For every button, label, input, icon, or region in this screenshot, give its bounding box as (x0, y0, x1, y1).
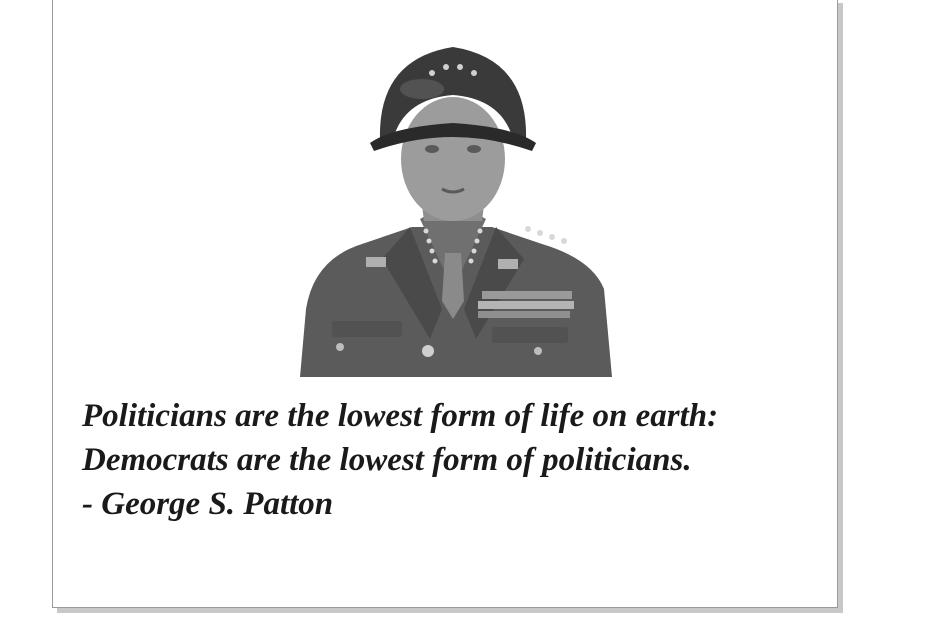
quote-attribution: - George S. Patton (82, 486, 334, 522)
quote-text: Politicians are the lowest form of life … (82, 394, 842, 526)
poster-page: Politicians are the lowest form of life … (52, 0, 838, 608)
general-portrait-image (292, 39, 614, 379)
quote-line-1: Politicians are the lowest form of life … (82, 398, 719, 434)
quote-line-2: Democrats are the lowest form of politic… (82, 442, 692, 478)
